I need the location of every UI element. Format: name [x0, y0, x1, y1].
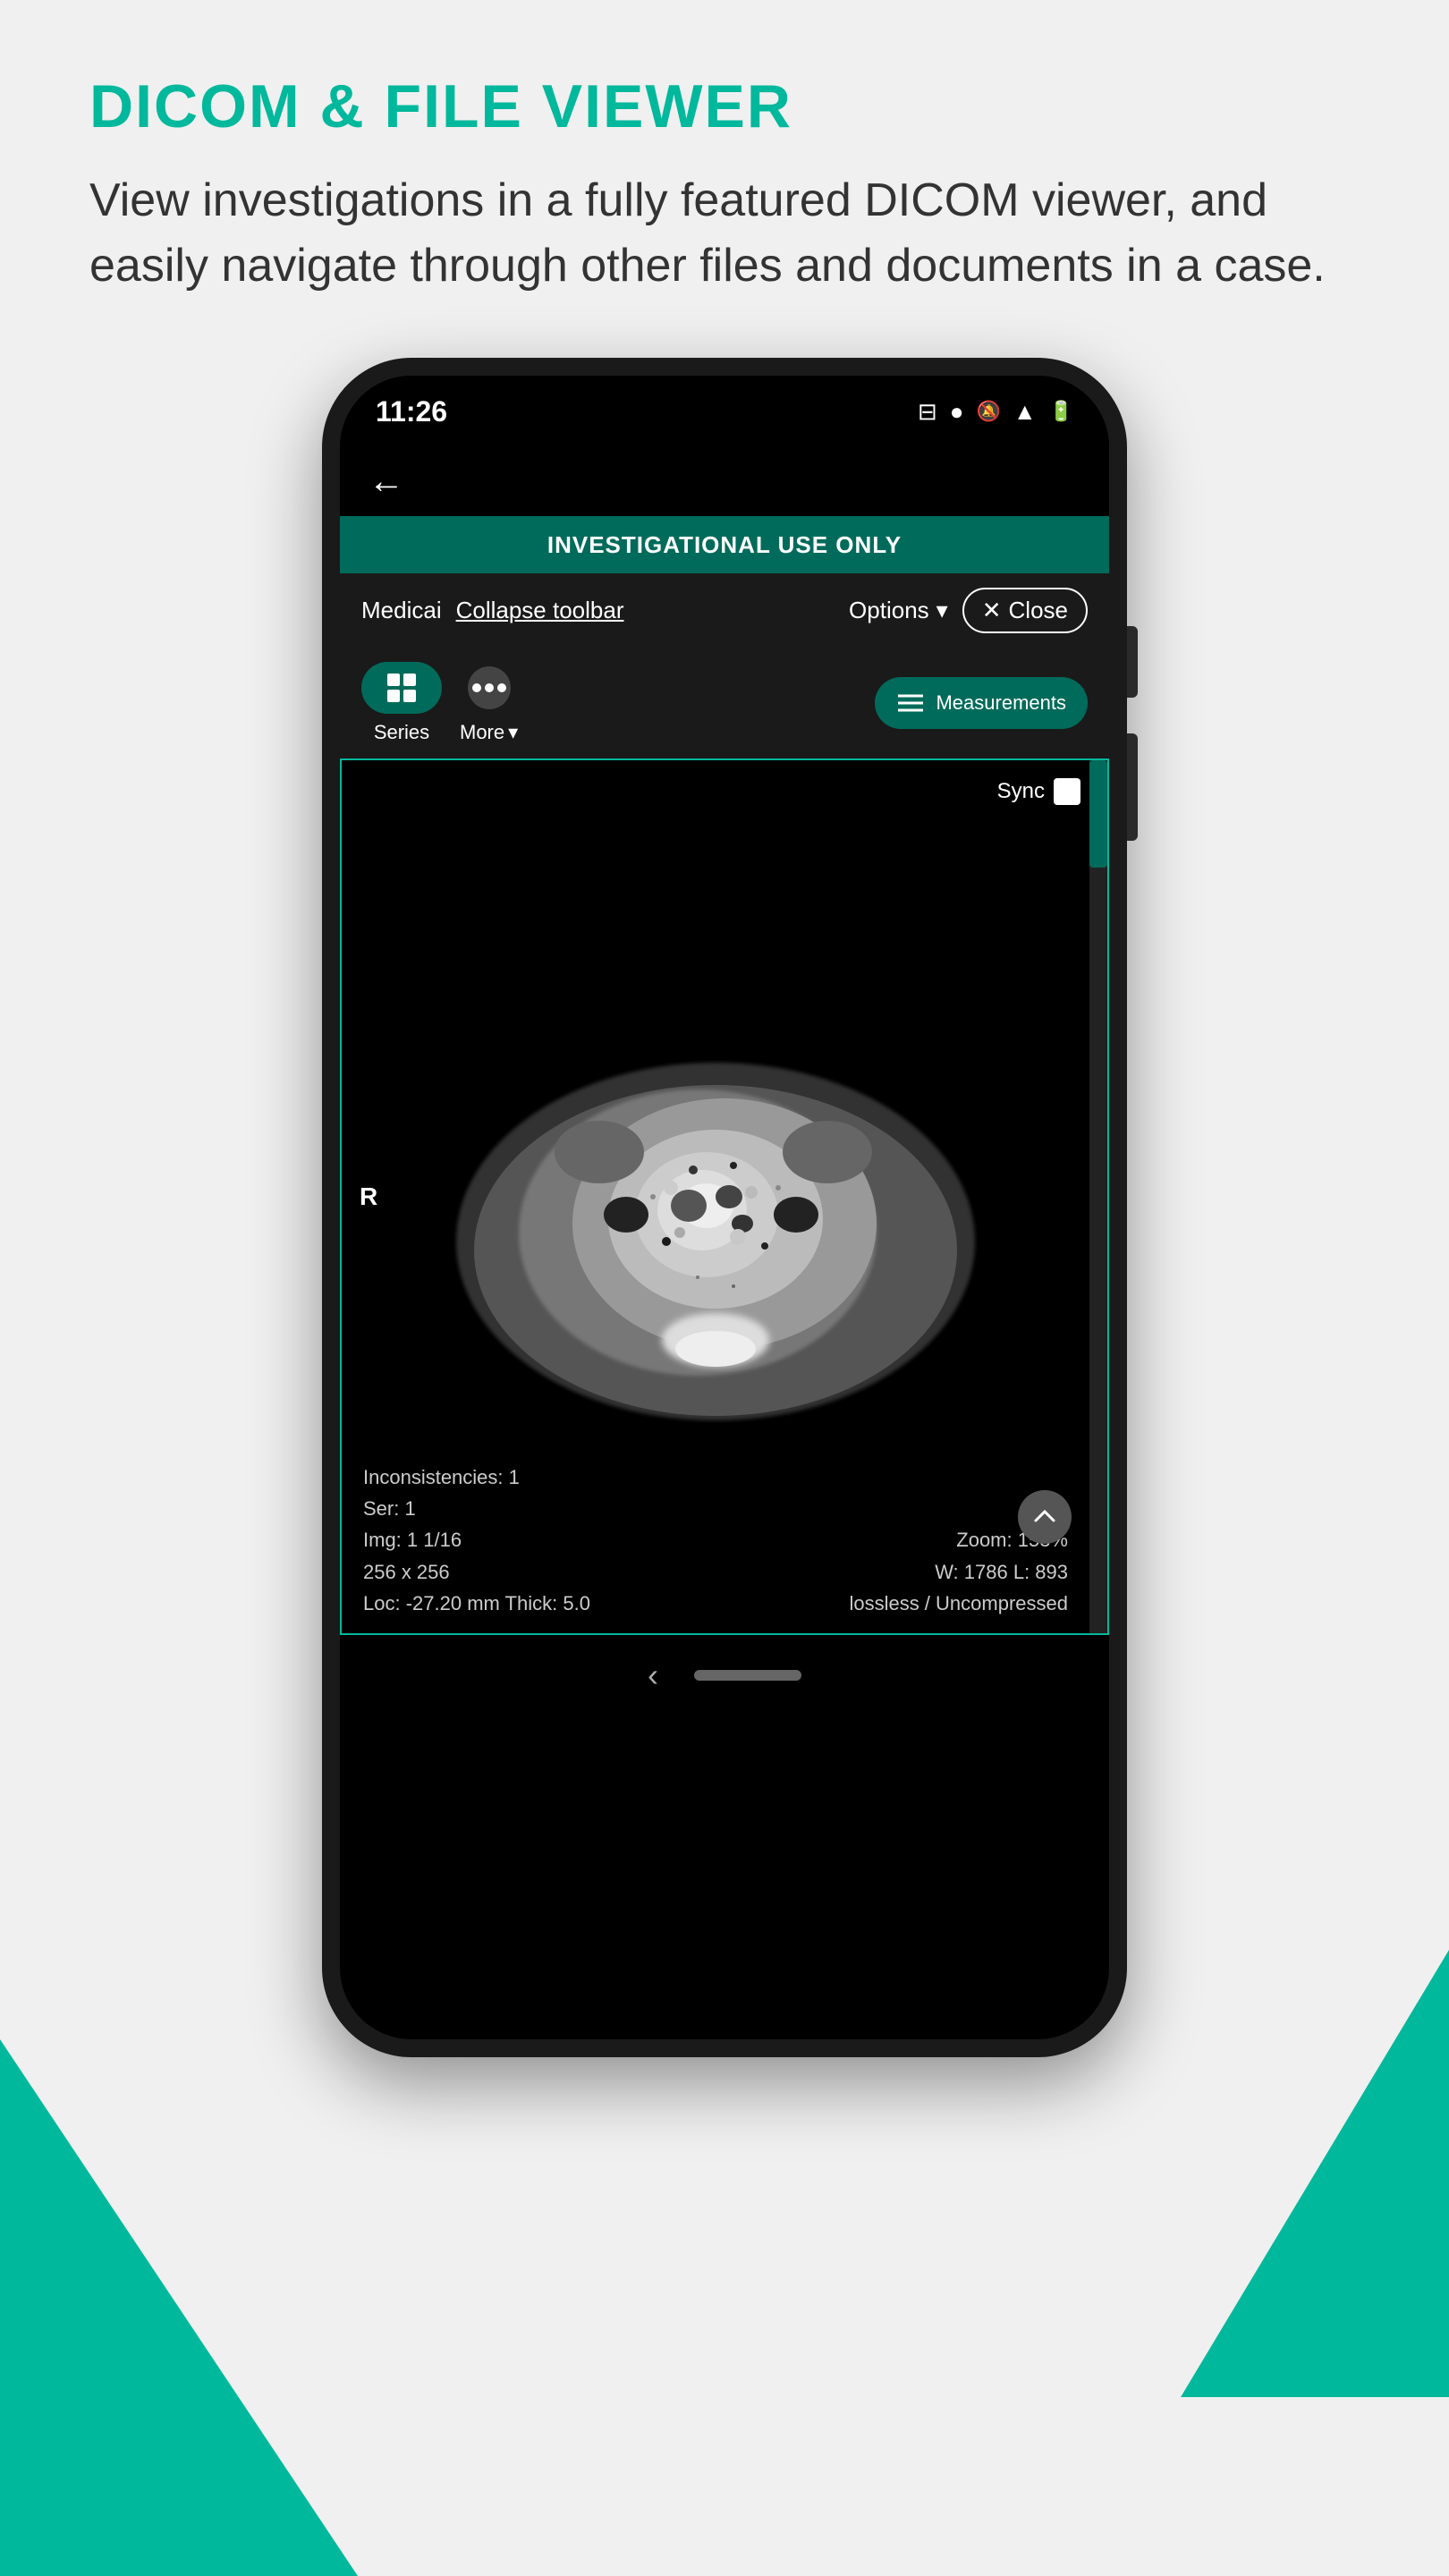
- more-label: More: [460, 721, 504, 744]
- medicai-label: Medicai: [361, 597, 442, 624]
- series-label: Series: [374, 721, 429, 744]
- close-button[interactable]: ✕ Close: [962, 588, 1088, 633]
- viewer-scrollbar[interactable]: [1089, 760, 1107, 1633]
- phone-button-right: [1127, 626, 1138, 698]
- phone-screen: 11:26 ⊟ ● 🔕 ▲ 🔋 ← INVESTIGATIONAL USE ON…: [340, 376, 1109, 2039]
- teal-decoration-right: [1181, 1950, 1449, 2397]
- options-label: Options: [849, 597, 929, 624]
- toolbar-right: Options ▾ ✕ Close: [849, 588, 1088, 633]
- teal-decoration-left: [0, 2039, 358, 2576]
- info-loc: Loc: -27.20 mm Thick: 5.0: [363, 1588, 590, 1619]
- status-icons-group: ⊟ ● 🔕 ▲ 🔋: [918, 398, 1073, 426]
- scroll-up-button[interactable]: [1018, 1490, 1072, 1544]
- circle-icon: ●: [950, 398, 964, 426]
- wifi-icon: ▲: [1013, 398, 1037, 426]
- close-x-icon: ✕: [982, 597, 1002, 624]
- toolbar-row: Medicai Collapse toolbar Options ▾ ✕ Clo…: [340, 573, 1109, 648]
- info-size-row: 256 x 256 W: 1786 L: 893: [363, 1556, 1068, 1588]
- measurements-button[interactable]: Measurements: [875, 677, 1088, 729]
- more-icon-bg: [463, 662, 515, 714]
- nav-home-indicator[interactable]: [694, 1670, 801, 1681]
- grid-icon: [386, 672, 418, 704]
- header-area: DICOM & FILE VIEWER View investigations …: [89, 72, 1360, 299]
- info-img-row: Img: 1 1/16 Zoom: 153%: [363, 1524, 1068, 1555]
- measurements-label: Measurements: [936, 691, 1066, 715]
- measurements-icon: [896, 689, 925, 717]
- phone-body: 11:26 ⊟ ● 🔕 ▲ 🔋 ← INVESTIGATIONAL USE ON…: [322, 358, 1127, 2057]
- back-button[interactable]: ←: [369, 462, 404, 502]
- info-inconsistencies: Inconsistencies: 1: [363, 1462, 1068, 1493]
- battery-icon: 🔋: [1049, 400, 1073, 423]
- info-size: 256 x 256: [363, 1556, 450, 1588]
- info-window: W: 1786 L: 893: [935, 1556, 1068, 1588]
- scrollbar-thumb: [1089, 760, 1107, 868]
- page-description: View investigations in a fully featured …: [89, 168, 1360, 299]
- series-icon-bg: [361, 662, 442, 714]
- status-time: 11:26: [376, 395, 447, 428]
- viewer-area[interactable]: Sync R: [340, 758, 1109, 1635]
- tools-row: Series More ▾: [340, 648, 1109, 758]
- investigational-text: INVESTIGATIONAL USE ONLY: [547, 531, 902, 559]
- close-label: Close: [1009, 597, 1068, 624]
- nav-back-button[interactable]: ‹: [648, 1657, 658, 1694]
- series-tool-button[interactable]: Series: [361, 662, 442, 744]
- phone-button-right2: [1127, 733, 1138, 841]
- more-tool-button[interactable]: More ▾: [460, 662, 518, 744]
- info-loc-row: Loc: -27.20 mm Thick: 5.0 lossless / Unc…: [363, 1588, 1068, 1619]
- investigational-banner: INVESTIGATIONAL USE ONLY: [340, 516, 1109, 573]
- options-button[interactable]: Options ▾: [849, 597, 948, 624]
- toolbar-left: Medicai Collapse toolbar: [361, 597, 623, 624]
- mri-scan-svg: [420, 902, 1011, 1492]
- options-dropdown-icon: ▾: [936, 597, 948, 624]
- more-arrow-icon: ▾: [508, 721, 518, 744]
- more-dots-icon: [466, 665, 513, 711]
- bottom-nav: ‹: [340, 1635, 1109, 1716]
- back-row: ←: [340, 447, 1109, 516]
- collapse-toolbar-button[interactable]: Collapse toolbar: [456, 597, 624, 624]
- status-bar: 11:26 ⊟ ● 🔕 ▲ 🔋: [340, 376, 1109, 447]
- info-img: Img: 1 1/16: [363, 1524, 462, 1555]
- sim-icon: ⊟: [918, 398, 937, 426]
- phone-mockup: 11:26 ⊟ ● 🔕 ▲ 🔋 ← INVESTIGATIONAL USE ON…: [322, 358, 1127, 2057]
- info-series: Ser: 1: [363, 1493, 1068, 1524]
- chevron-up-icon: [1030, 1503, 1059, 1531]
- page-title: DICOM & FILE VIEWER: [89, 72, 1360, 141]
- info-compression: lossless / Uncompressed: [849, 1588, 1068, 1619]
- bell-mute-icon: 🔕: [976, 400, 1000, 423]
- info-overlay: Inconsistencies: 1 Ser: 1 Img: 1 1/16 Zo…: [342, 1447, 1089, 1633]
